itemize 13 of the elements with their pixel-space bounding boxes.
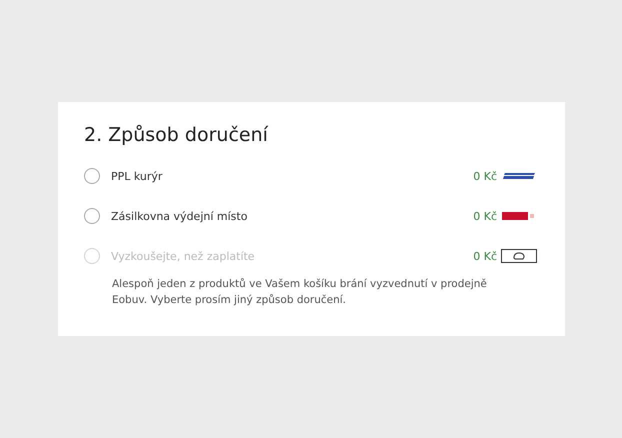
price: 0 Kč — [473, 170, 497, 182]
option-label: PPL kurýr — [111, 170, 164, 182]
price: 0 Kč — [473, 210, 497, 222]
stripes-icon — [503, 173, 535, 179]
option-label: Vyzkoušejte, než zaplatíte — [111, 250, 256, 262]
shoe-box-icon — [501, 249, 537, 263]
section-title: 2. Způsob doručení — [84, 124, 270, 146]
label-icon — [502, 212, 534, 220]
notice-text: Alespoň jeden z produktů ve Vašem košíku brání vyzvednutí v prodejně Eobuv. Vyberte prosím jiný způsob doručení. — [112, 277, 488, 308]
price: 0 Kč — [473, 250, 497, 262]
option-label: Zásilkovna výdejní místo — [111, 210, 248, 222]
radio-button[interactable] — [84, 168, 100, 184]
radio-button[interactable] — [84, 208, 100, 224]
